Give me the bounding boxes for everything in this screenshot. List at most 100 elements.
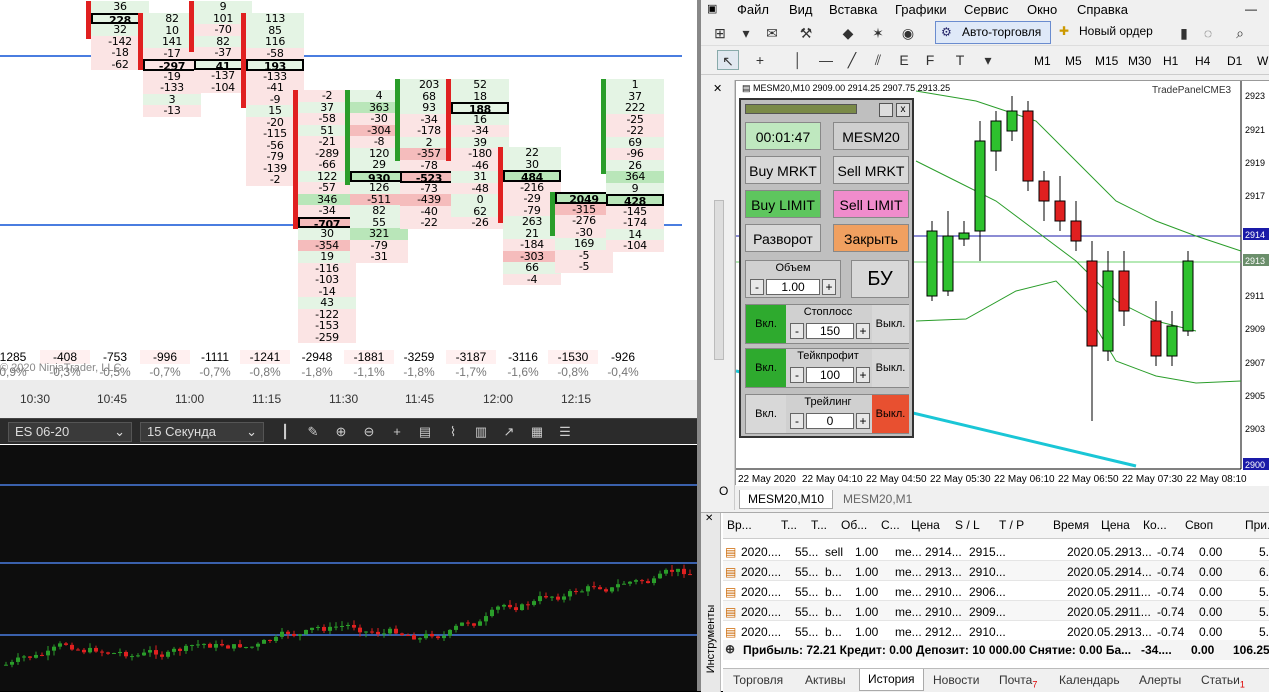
- tab-mailbox[interactable]: Почта7: [999, 673, 1037, 689]
- tab-trade[interactable]: Торговля: [733, 673, 783, 687]
- tf-m1[interactable]: M1: [1034, 54, 1051, 68]
- stoploss-off-button[interactable]: Выкл.: [872, 305, 909, 343]
- horizontal-line-icon[interactable]: —: [815, 50, 837, 70]
- column-header[interactable]: T / P: [999, 518, 1024, 532]
- elliott-icon[interactable]: E: [893, 50, 915, 70]
- column-header[interactable]: Вр...: [727, 518, 752, 532]
- tf-h4[interactable]: H4: [1195, 54, 1210, 68]
- tf-m5[interactable]: M5: [1065, 54, 1082, 68]
- history-row[interactable]: ▤ 2020.... 55... b... 1.00 me... 2912... 2910..…: [723, 621, 1269, 641]
- trailing-input[interactable]: 0: [806, 413, 854, 429]
- new-order-button[interactable]: ✚ Новый ордер: [1055, 21, 1165, 44]
- trailing-on-button[interactable]: Вкл.: [746, 395, 786, 433]
- takeprofit-plus-button[interactable]: +: [856, 367, 870, 383]
- interval-selector[interactable]: 15 Секунда ⌄: [140, 422, 264, 442]
- vertical-line-icon[interactable]: │: [787, 50, 809, 70]
- volume-minus-button[interactable]: -: [750, 279, 764, 295]
- market-watch-icon[interactable]: ✉: [761, 23, 783, 43]
- tf-h1[interactable]: H1: [1163, 54, 1178, 68]
- reverse-button[interactable]: Разворот: [745, 224, 821, 252]
- buy-market-button[interactable]: Buy MRKT: [745, 156, 821, 184]
- cursor-icon[interactable]: ↖: [717, 50, 739, 70]
- close-icon[interactable]: ✕: [705, 513, 713, 524]
- sell-market-button[interactable]: Sell MRKT: [833, 156, 909, 184]
- column-header[interactable]: Об...: [841, 518, 867, 532]
- terminal-icon[interactable]: ✶: [867, 23, 889, 43]
- stoploss-on-button[interactable]: Вкл.: [746, 305, 786, 343]
- volume-input[interactable]: 1.00: [766, 279, 820, 295]
- menu-file[interactable]: Файл: [737, 2, 769, 17]
- profiles-icon[interactable]: ▾: [735, 23, 757, 43]
- volume-plus-button[interactable]: +: [822, 279, 836, 295]
- fibo-icon[interactable]: F: [919, 50, 941, 70]
- trailing-off-button[interactable]: Выкл.: [872, 395, 909, 433]
- chart-tab-m10[interactable]: MESM20,M10: [739, 490, 834, 509]
- sell-limit-button[interactable]: Sell LIMIT: [833, 190, 909, 218]
- close-icon[interactable]: ✕: [713, 82, 722, 95]
- indicators-icon[interactable]: ⌇: [444, 423, 462, 441]
- menu-tools[interactable]: Сервис: [964, 2, 1009, 17]
- menu-help[interactable]: Справка: [1077, 2, 1128, 17]
- strategies-icon[interactable]: ▥: [472, 423, 490, 441]
- column-header[interactable]: Время: [1053, 518, 1089, 532]
- zoom-in-icon[interactable]: ⊕: [332, 423, 350, 441]
- menu-view[interactable]: Вид: [789, 2, 813, 17]
- bars-icon[interactable]: ┃: [276, 423, 294, 441]
- scrollbar[interactable]: [714, 200, 724, 360]
- stoploss-input[interactable]: 150: [806, 323, 854, 339]
- takeprofit-off-button[interactable]: Выкл.: [872, 349, 909, 387]
- minimize-icon[interactable]: [879, 103, 893, 117]
- autotrade-button[interactable]: ⚙ Авто-торговля: [935, 21, 1051, 44]
- column-header[interactable]: Своп: [1185, 518, 1213, 532]
- buy-limit-button[interactable]: Buy LIMIT: [745, 190, 821, 218]
- tab-alerts[interactable]: Алерты: [1139, 673, 1181, 687]
- properties-icon[interactable]: ▤: [416, 423, 434, 441]
- column-header[interactable]: При...: [1245, 518, 1269, 532]
- new-chart-icon[interactable]: ⊞: [709, 23, 731, 43]
- tester-icon[interactable]: ◆: [837, 23, 859, 43]
- crosshair-icon[interactable]: +: [388, 423, 406, 441]
- breakeven-button[interactable]: БУ: [851, 260, 909, 298]
- signals-icon[interactable]: ◉: [897, 23, 919, 43]
- crosshair-icon[interactable]: +: [749, 50, 771, 70]
- history-row[interactable]: ▤ 2020.... 55... sell 1.00 me... 2914... 2915..…: [723, 541, 1269, 561]
- history-row[interactable]: ▤ 2020.... 55... b... 1.00 me... 2910... 2909..…: [723, 601, 1269, 621]
- instrument-selector[interactable]: ES 06-20 ⌄: [8, 422, 132, 442]
- history-row[interactable]: ▤ 2020.... 55... b... 1.00 me... 2910... 2906..…: [723, 581, 1269, 601]
- takeprofit-minus-button[interactable]: -: [790, 367, 804, 383]
- text-icon[interactable]: T: [949, 50, 971, 70]
- column-header[interactable]: Т...: [811, 518, 827, 532]
- close-icon[interactable]: x: [896, 103, 910, 117]
- tf-m30[interactable]: M30: [1128, 54, 1151, 68]
- takeprofit-on-button[interactable]: Вкл.: [746, 349, 786, 387]
- takeprofit-input[interactable]: 100: [806, 367, 854, 383]
- column-header[interactable]: Цена: [911, 518, 940, 532]
- column-header[interactable]: Т...: [781, 518, 797, 532]
- minimize-icon[interactable]: —: [1245, 2, 1257, 16]
- stoploss-plus-button[interactable]: +: [856, 323, 870, 339]
- tf-d1[interactable]: D1: [1227, 54, 1242, 68]
- templates-icon[interactable]: ▦: [528, 423, 546, 441]
- search-icon[interactable]: ⌕: [1229, 23, 1251, 43]
- pencil-icon[interactable]: ✎: [304, 423, 322, 441]
- navigator-icon[interactable]: ⚒: [795, 23, 817, 43]
- tab-calendar[interactable]: Календарь: [1059, 673, 1120, 687]
- menu-charts[interactable]: Графики: [895, 2, 947, 17]
- history-row[interactable]: ▤ 2020.... 55... b... 1.00 me... 2913... 2910..…: [723, 561, 1269, 581]
- market-icon[interactable]: ▮: [1173, 23, 1195, 43]
- trailing-plus-button[interactable]: +: [856, 413, 870, 429]
- drawing-tools-icon[interactable]: ↗: [500, 423, 518, 441]
- stoploss-minus-button[interactable]: -: [790, 323, 804, 339]
- zoom-out-icon[interactable]: ⊖: [360, 423, 378, 441]
- column-header[interactable]: S / L: [955, 518, 980, 532]
- column-header[interactable]: С...: [881, 518, 900, 532]
- trailing-minus-button[interactable]: -: [790, 413, 804, 429]
- menu-insert[interactable]: Вставка: [829, 2, 877, 17]
- channel-icon[interactable]: ⫽: [867, 50, 889, 70]
- tf-m15[interactable]: M15: [1095, 54, 1118, 68]
- menu-window[interactable]: Окно: [1027, 2, 1057, 17]
- chat-icon[interactable]: ◌: [1197, 23, 1219, 43]
- shapes-icon[interactable]: ▾: [977, 50, 999, 70]
- column-header[interactable]: Ко...: [1143, 518, 1167, 532]
- list-icon[interactable]: ☰: [556, 423, 574, 441]
